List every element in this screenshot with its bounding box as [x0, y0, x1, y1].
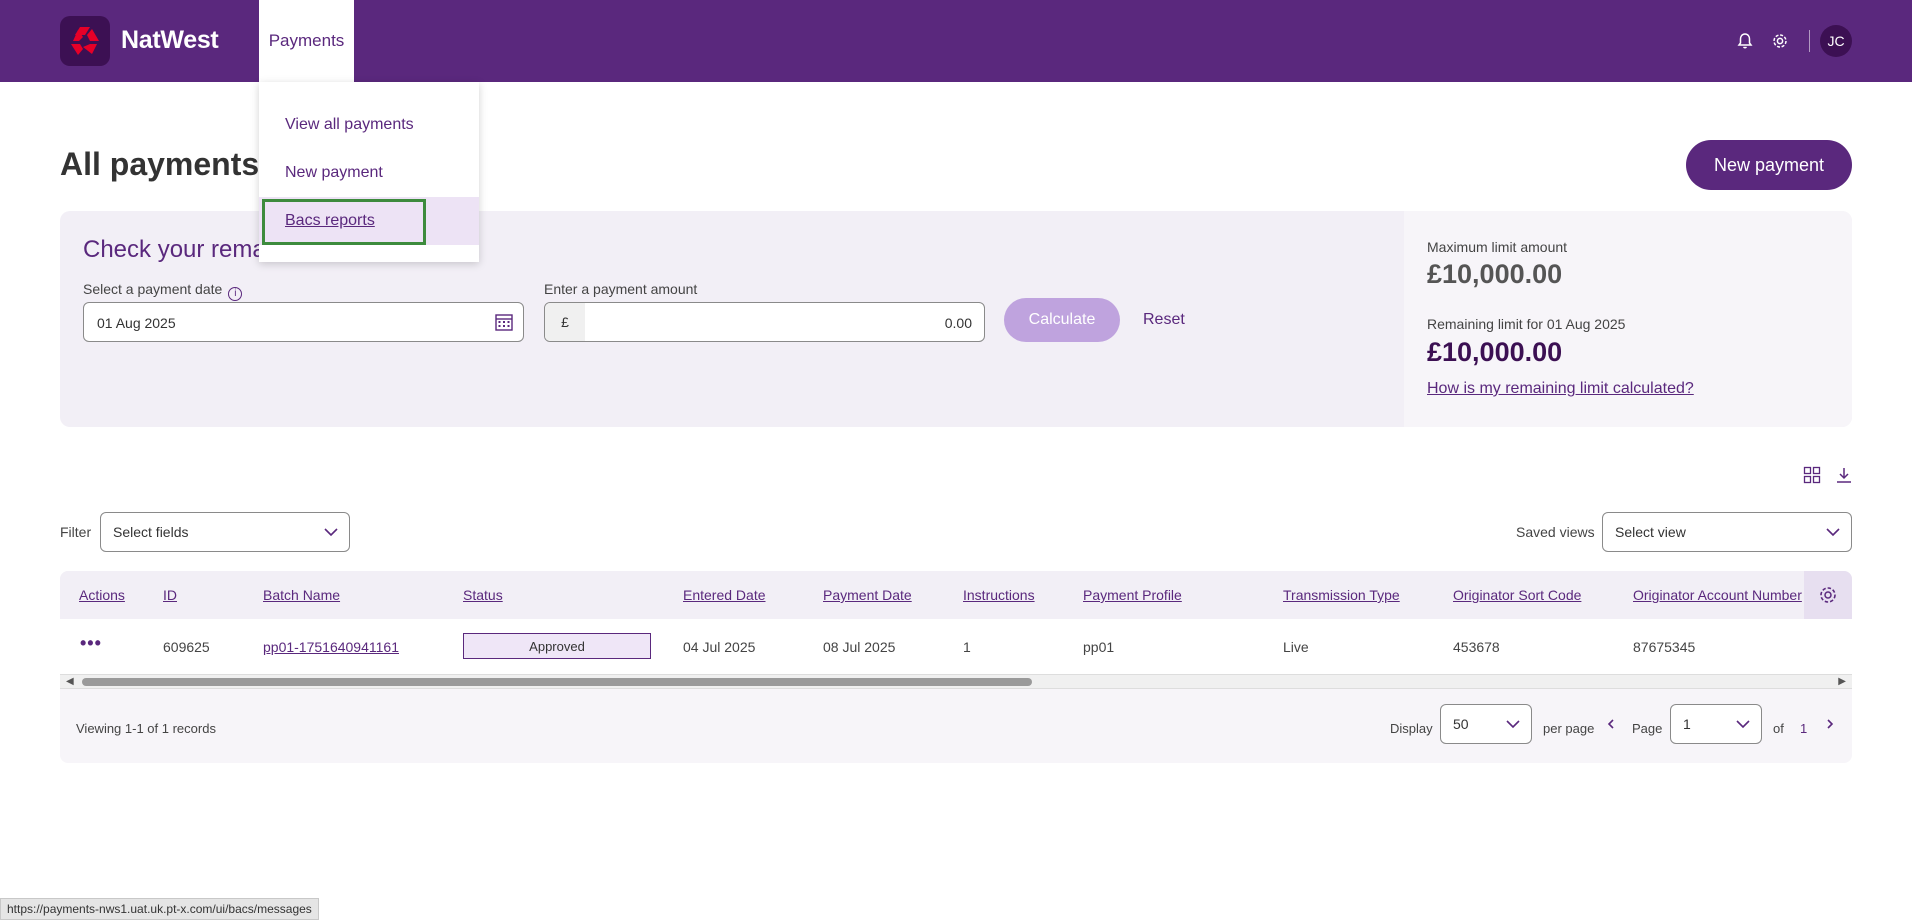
filter-label: Filter — [60, 524, 92, 540]
payment-date-label: Select a payment date i — [83, 281, 243, 301]
gear-icon — [1820, 587, 1836, 603]
total-pages: 1 — [1800, 721, 1808, 736]
scrollbar-thumb[interactable] — [82, 678, 1032, 686]
cell-originator-sort-code: 453678 — [1453, 639, 1500, 655]
reset-link[interactable]: Reset — [1143, 311, 1185, 329]
menu-item-new-payment[interactable]: New payment — [259, 149, 479, 197]
chevron-down-icon — [1735, 716, 1751, 735]
remaining-limit-value: £10,000.00 — [1427, 337, 1563, 367]
payment-amount-value: 0.00 — [944, 315, 972, 331]
row-actions-menu[interactable]: ••• — [80, 633, 102, 654]
focus-highlight — [262, 199, 426, 245]
header-divider — [1809, 30, 1810, 52]
page-select[interactable]: 1 — [1670, 704, 1762, 744]
filter-select-value: Select fields — [113, 524, 189, 540]
table-row[interactable]: ••• 609625 pp01-1751640941161 Approved 0… — [60, 619, 1852, 675]
previous-page-icon[interactable] — [1603, 716, 1619, 732]
cell-originator-account-number: 87675345 — [1633, 639, 1696, 655]
scroll-right-arrow-icon[interactable]: ▶ — [1838, 675, 1846, 689]
new-payment-button[interactable]: New payment — [1686, 140, 1852, 190]
table-header: Actions ID Batch Name Status Entered Dat… — [60, 571, 1852, 619]
next-page-icon[interactable] — [1822, 716, 1838, 732]
column-settings-button[interactable] — [1804, 571, 1852, 619]
page-select-value: 1 — [1683, 716, 1691, 732]
cell-payment-date: 08 Jul 2025 — [823, 639, 896, 655]
column-header-originator-account-number[interactable]: Originator Account Number — [1633, 587, 1805, 603]
column-header-status[interactable]: Status — [463, 587, 503, 603]
status-badge: Approved — [463, 633, 651, 659]
info-icon[interactable]: i — [228, 287, 243, 301]
column-header-id[interactable]: ID — [163, 587, 177, 603]
records-count: Viewing 1-1 of 1 records — [76, 721, 216, 736]
chevron-down-icon — [1505, 716, 1521, 735]
page-title: All payments — [60, 146, 260, 182]
per-page-value: 50 — [1453, 716, 1469, 732]
of-label: of — [1773, 721, 1784, 736]
column-header-payment-profile[interactable]: Payment Profile — [1083, 587, 1182, 603]
payments-table: Actions ID Batch Name Status Entered Dat… — [60, 571, 1852, 763]
payment-amount-label: Enter a payment amount — [544, 281, 698, 297]
calendar-icon[interactable] — [495, 313, 513, 334]
payments-dropdown-menu: View all payments New payment Bacs repor… — [259, 82, 479, 262]
limit-summary: Maximum limit amount £10,000.00 Remainin… — [1404, 211, 1852, 427]
column-header-transmission-type[interactable]: Transmission Type — [1283, 587, 1400, 603]
top-navigation-bar: NatWest Payments JC — [0, 0, 1912, 82]
cell-payment-profile: pp01 — [1083, 639, 1115, 655]
currency-symbol: £ — [545, 303, 585, 341]
chevron-down-icon — [1825, 524, 1841, 543]
remaining-limit-label: Remaining limit for 01 Aug 2025 — [1427, 316, 1626, 332]
limit-help-link[interactable]: How is my remaining limit calculated? — [1427, 380, 1694, 398]
horizontal-scrollbar[interactable]: ◀ ▶ — [60, 675, 1852, 689]
cell-id: 609625 — [163, 639, 210, 655]
bell-icon[interactable] — [1733, 29, 1757, 53]
payment-date-field[interactable]: 01 Aug 2025 — [83, 302, 524, 342]
saved-views-label: Saved views — [1516, 524, 1595, 540]
download-icon[interactable] — [1833, 464, 1855, 486]
menu-item-view-all-payments[interactable]: View all payments — [259, 101, 479, 149]
column-header-payment-date[interactable]: Payment Date — [823, 587, 912, 603]
calculate-button[interactable]: Calculate — [1004, 298, 1120, 342]
chevron-down-icon — [323, 524, 339, 543]
per-page-label: per page — [1543, 721, 1595, 736]
payment-amount-field[interactable]: £ 0.00 — [544, 302, 985, 342]
max-limit-value: £10,000.00 — [1427, 259, 1563, 289]
saved-views-select[interactable]: Select view — [1602, 512, 1852, 552]
brand-name: NatWest — [121, 26, 219, 54]
grid-view-icon[interactable] — [1801, 464, 1823, 486]
cell-transmission-type: Live — [1283, 639, 1309, 655]
browser-status-url: https://payments-nws1.uat.uk.pt-x.com/ui… — [0, 898, 319, 920]
payment-date-value: 01 Aug 2025 — [97, 315, 176, 331]
cell-entered-date: 04 Jul 2025 — [683, 639, 756, 655]
column-header-instructions[interactable]: Instructions — [963, 587, 1035, 603]
column-header-entered-date[interactable]: Entered Date — [683, 587, 766, 603]
cell-instructions: 1 — [963, 639, 971, 655]
natwest-logo-icon — [71, 27, 99, 55]
page-label: Page — [1632, 721, 1663, 736]
scroll-left-arrow-icon[interactable]: ◀ — [66, 675, 74, 689]
tab-payments[interactable]: Payments — [259, 0, 354, 82]
column-header-actions[interactable]: Actions — [79, 587, 125, 603]
cell-batch-name-link[interactable]: pp01-1751640941161 — [263, 639, 399, 655]
filter-select[interactable]: Select fields — [100, 512, 350, 552]
display-label: Display — [1390, 721, 1433, 736]
gear-icon[interactable] — [1768, 29, 1792, 53]
per-page-select[interactable]: 50 — [1440, 704, 1532, 744]
column-header-batch-name[interactable]: Batch Name — [263, 587, 340, 603]
avatar[interactable]: JC — [1820, 25, 1852, 57]
max-limit-label: Maximum limit amount — [1427, 239, 1568, 255]
natwest-logo[interactable] — [60, 16, 110, 66]
column-header-originator-sort-code[interactable]: Originator Sort Code — [1453, 587, 1581, 603]
saved-views-select-value: Select view — [1615, 524, 1686, 540]
